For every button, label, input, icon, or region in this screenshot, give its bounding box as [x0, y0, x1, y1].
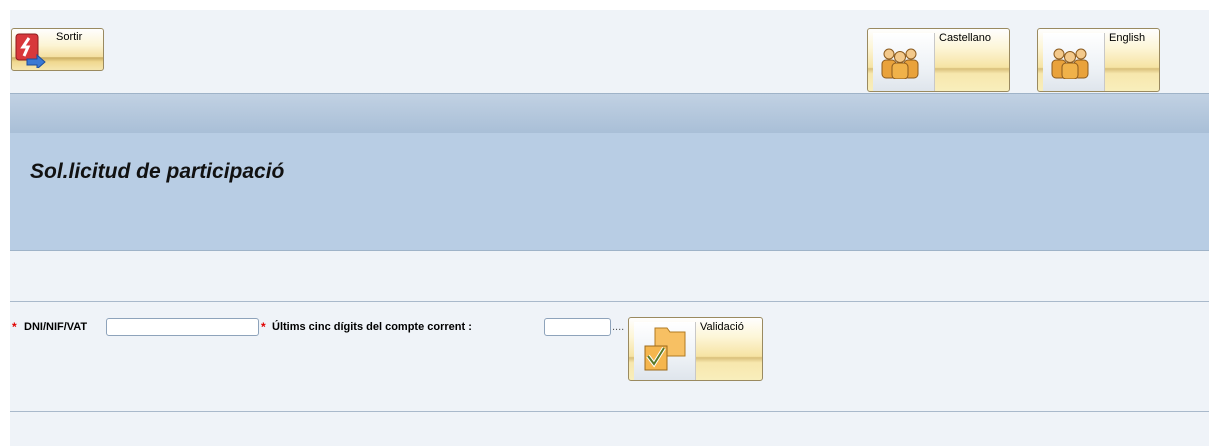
- required-marker: *: [12, 320, 17, 334]
- lang-english-label: English: [1109, 32, 1146, 44]
- dni-label: DNI/NIF/VAT: [24, 321, 88, 333]
- folder-check-icon: [641, 324, 691, 379]
- exit-button-label: Sortir: [56, 31, 83, 43]
- account-digits-label: Últims cinc dígits del compte corrent :: [272, 321, 472, 333]
- title-band: [10, 133, 1209, 251]
- input-dots: ....: [612, 321, 625, 333]
- divider: [10, 411, 1209, 412]
- page-title: Sol.licitud de participació: [30, 160, 285, 183]
- header-band: [10, 93, 1209, 133]
- validate-button[interactable]: Validació: [628, 317, 763, 381]
- lang-castellano-label: Castellano: [939, 32, 991, 44]
- dni-input[interactable]: [106, 318, 259, 336]
- required-marker: *: [261, 320, 266, 334]
- lang-castellano-button[interactable]: Castellano: [867, 28, 1010, 92]
- divider: [10, 301, 1209, 302]
- exit-icon: [15, 32, 47, 70]
- exit-button[interactable]: Sortir: [11, 28, 104, 71]
- users-group-icon: [878, 45, 922, 84]
- validate-label: Validació: [700, 321, 744, 333]
- account-digits-input[interactable]: [544, 318, 611, 336]
- lang-english-button[interactable]: English: [1037, 28, 1160, 92]
- users-group-icon: [1048, 45, 1092, 84]
